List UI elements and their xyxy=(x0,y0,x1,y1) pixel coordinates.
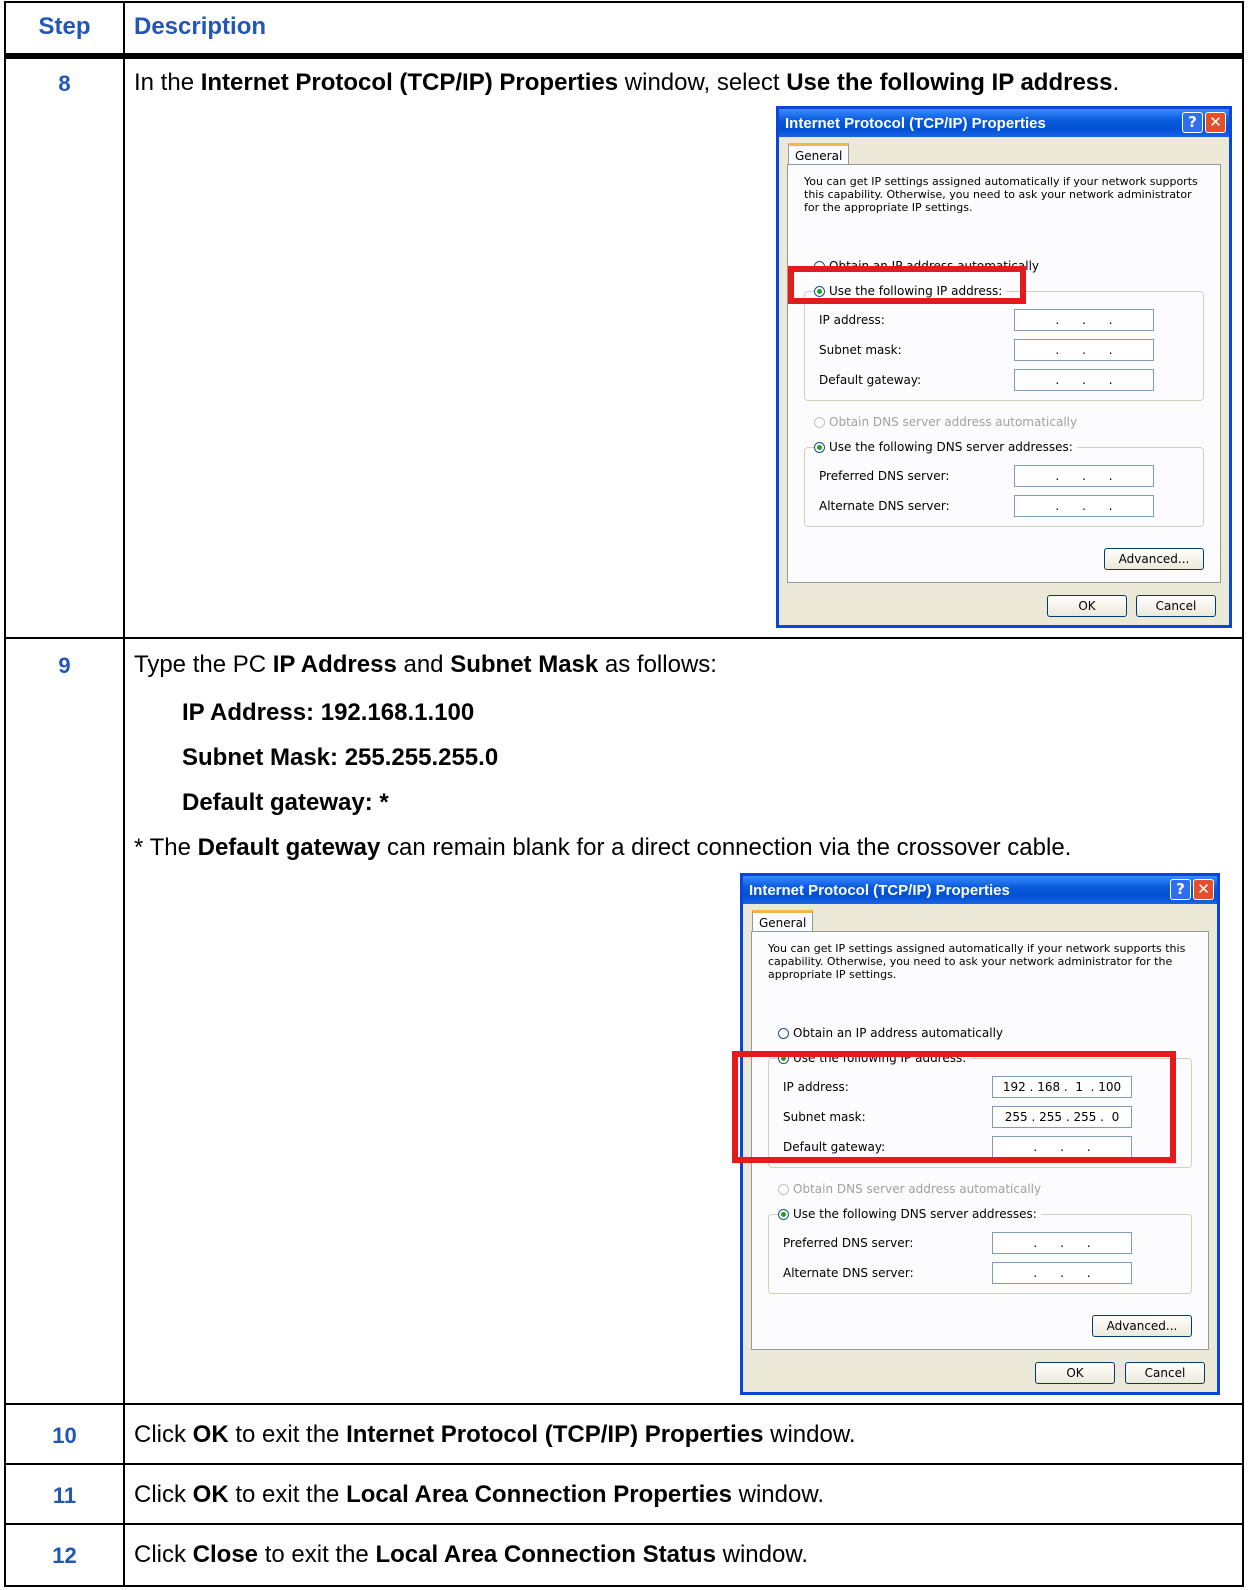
obtain-ip-radio[interactable]: Obtain an IP address automatically xyxy=(778,1026,1003,1040)
default-gateway-line: Default gateway: * xyxy=(182,789,389,816)
step-number-8: 8 xyxy=(58,71,71,96)
row-divider xyxy=(6,1463,1242,1465)
alternate-dns-label: Alternate DNS server: xyxy=(819,499,950,513)
alternate-dns-label: Alternate DNS server: xyxy=(783,1266,914,1280)
cancel-button[interactable]: Cancel xyxy=(1125,1362,1205,1384)
tcpip-dialog-step8: Internet Protocol (TCP/IP) Properties ? … xyxy=(776,106,1232,628)
row-divider xyxy=(6,1523,1242,1525)
dialog-titlebar: Internet Protocol (TCP/IP) Properties ? … xyxy=(779,109,1229,137)
preferred-dns-label: Preferred DNS server: xyxy=(819,469,950,483)
default-gateway-label: Default gateway: xyxy=(819,373,922,387)
row-divider xyxy=(6,1403,1242,1405)
subnet-mask-label: Subnet mask: xyxy=(819,343,902,357)
advanced-button[interactable]: Advanced... xyxy=(1104,548,1204,570)
step-number-11: 11 xyxy=(52,1483,77,1508)
help-icon[interactable]: ? xyxy=(1170,879,1191,900)
alternate-dns-input[interactable]: . . . xyxy=(1014,495,1154,517)
obtain-dns-label: Obtain DNS server address automatically xyxy=(793,1182,1042,1196)
dialog-title: Internet Protocol (TCP/IP) Properties xyxy=(749,882,1010,899)
ok-button[interactable]: OK xyxy=(1035,1362,1115,1384)
preferred-dns-input[interactable]: . . . xyxy=(992,1232,1132,1254)
highlight-use-ip xyxy=(788,266,1026,304)
step-12-text: Click Close to exit the Local Area Conne… xyxy=(134,1541,808,1568)
default-gateway-input[interactable]: . . . xyxy=(1014,369,1154,391)
obtain-dns-label: Obtain DNS server address automatically xyxy=(829,415,1078,429)
general-panel: You can get IP settings assigned automat… xyxy=(787,164,1221,583)
close-icon[interactable]: ✕ xyxy=(1193,879,1214,900)
obtain-dns-radio[interactable]: Obtain DNS server address automatically xyxy=(778,1182,1041,1196)
tab-general[interactable]: General xyxy=(752,910,814,932)
use-dns-radio[interactable]: Use the following DNS server addresses: xyxy=(814,440,1077,454)
use-dns-label: Use the following DNS server addresses: xyxy=(829,440,1073,454)
dialog-titlebar: Internet Protocol (TCP/IP) Properties ? … xyxy=(743,876,1217,904)
step-number-10: 10 xyxy=(52,1423,77,1448)
step-11-text: Click OK to exit the Local Area Connecti… xyxy=(134,1481,825,1508)
header-step: Step xyxy=(38,13,91,40)
radio-circle xyxy=(814,416,825,428)
ip-address-label: IP address: xyxy=(819,313,885,327)
use-dns-label: Use the following DNS server addresses: xyxy=(793,1207,1037,1221)
help-icon[interactable]: ? xyxy=(1182,112,1203,133)
intro-text: You can get IP settings assigned automat… xyxy=(804,175,1198,214)
cancel-button[interactable]: Cancel xyxy=(1136,595,1216,617)
row-divider xyxy=(6,637,1242,639)
step-10-text: Click OK to exit the Internet Protocol (… xyxy=(134,1421,856,1448)
subnet-mask-line: Subnet Mask: 255.255.255.0 xyxy=(182,744,499,771)
step-number-9: 9 xyxy=(58,653,71,678)
steps-table: Step Description 8 In the Internet Proto… xyxy=(4,1,1244,1587)
radio-circle xyxy=(778,1183,789,1195)
column-divider xyxy=(123,3,125,1585)
preferred-dns-label: Preferred DNS server: xyxy=(783,1236,914,1250)
subnet-mask-input[interactable]: . . . xyxy=(1014,339,1154,361)
radio-circle xyxy=(778,1208,789,1220)
radio-circle xyxy=(778,1027,789,1039)
ip-address-line: IP Address: 192.168.1.100 xyxy=(182,699,475,726)
obtain-dns-radio[interactable]: Obtain DNS server address automatically xyxy=(814,415,1077,429)
step-9-text: Type the PC IP Address and Subnet Mask a… xyxy=(134,651,717,678)
highlight-ip-fields xyxy=(732,1051,1176,1163)
close-icon[interactable]: ✕ xyxy=(1205,112,1226,133)
ip-address-input[interactable]: . . . xyxy=(1014,309,1154,331)
header-divider xyxy=(6,53,1242,59)
ok-button[interactable]: OK xyxy=(1047,595,1127,617)
tab-general[interactable]: General xyxy=(788,143,850,165)
preferred-dns-input[interactable]: . . . xyxy=(1014,465,1154,487)
intro-text: You can get IP settings assigned automat… xyxy=(768,942,1186,981)
radio-circle xyxy=(814,441,825,453)
alternate-dns-input[interactable]: . . . xyxy=(992,1262,1132,1284)
step-number-12: 12 xyxy=(52,1543,77,1568)
step-8-text: In the Internet Protocol (TCP/IP) Proper… xyxy=(134,69,1120,96)
advanced-button[interactable]: Advanced... xyxy=(1092,1315,1192,1337)
use-dns-radio[interactable]: Use the following DNS server addresses: xyxy=(778,1207,1041,1221)
header-description: Description xyxy=(134,13,267,40)
dialog-title: Internet Protocol (TCP/IP) Properties xyxy=(785,115,1046,132)
obtain-ip-label: Obtain an IP address automatically xyxy=(793,1026,1004,1040)
gateway-note: * The Default gateway can remain blank f… xyxy=(134,834,1072,861)
